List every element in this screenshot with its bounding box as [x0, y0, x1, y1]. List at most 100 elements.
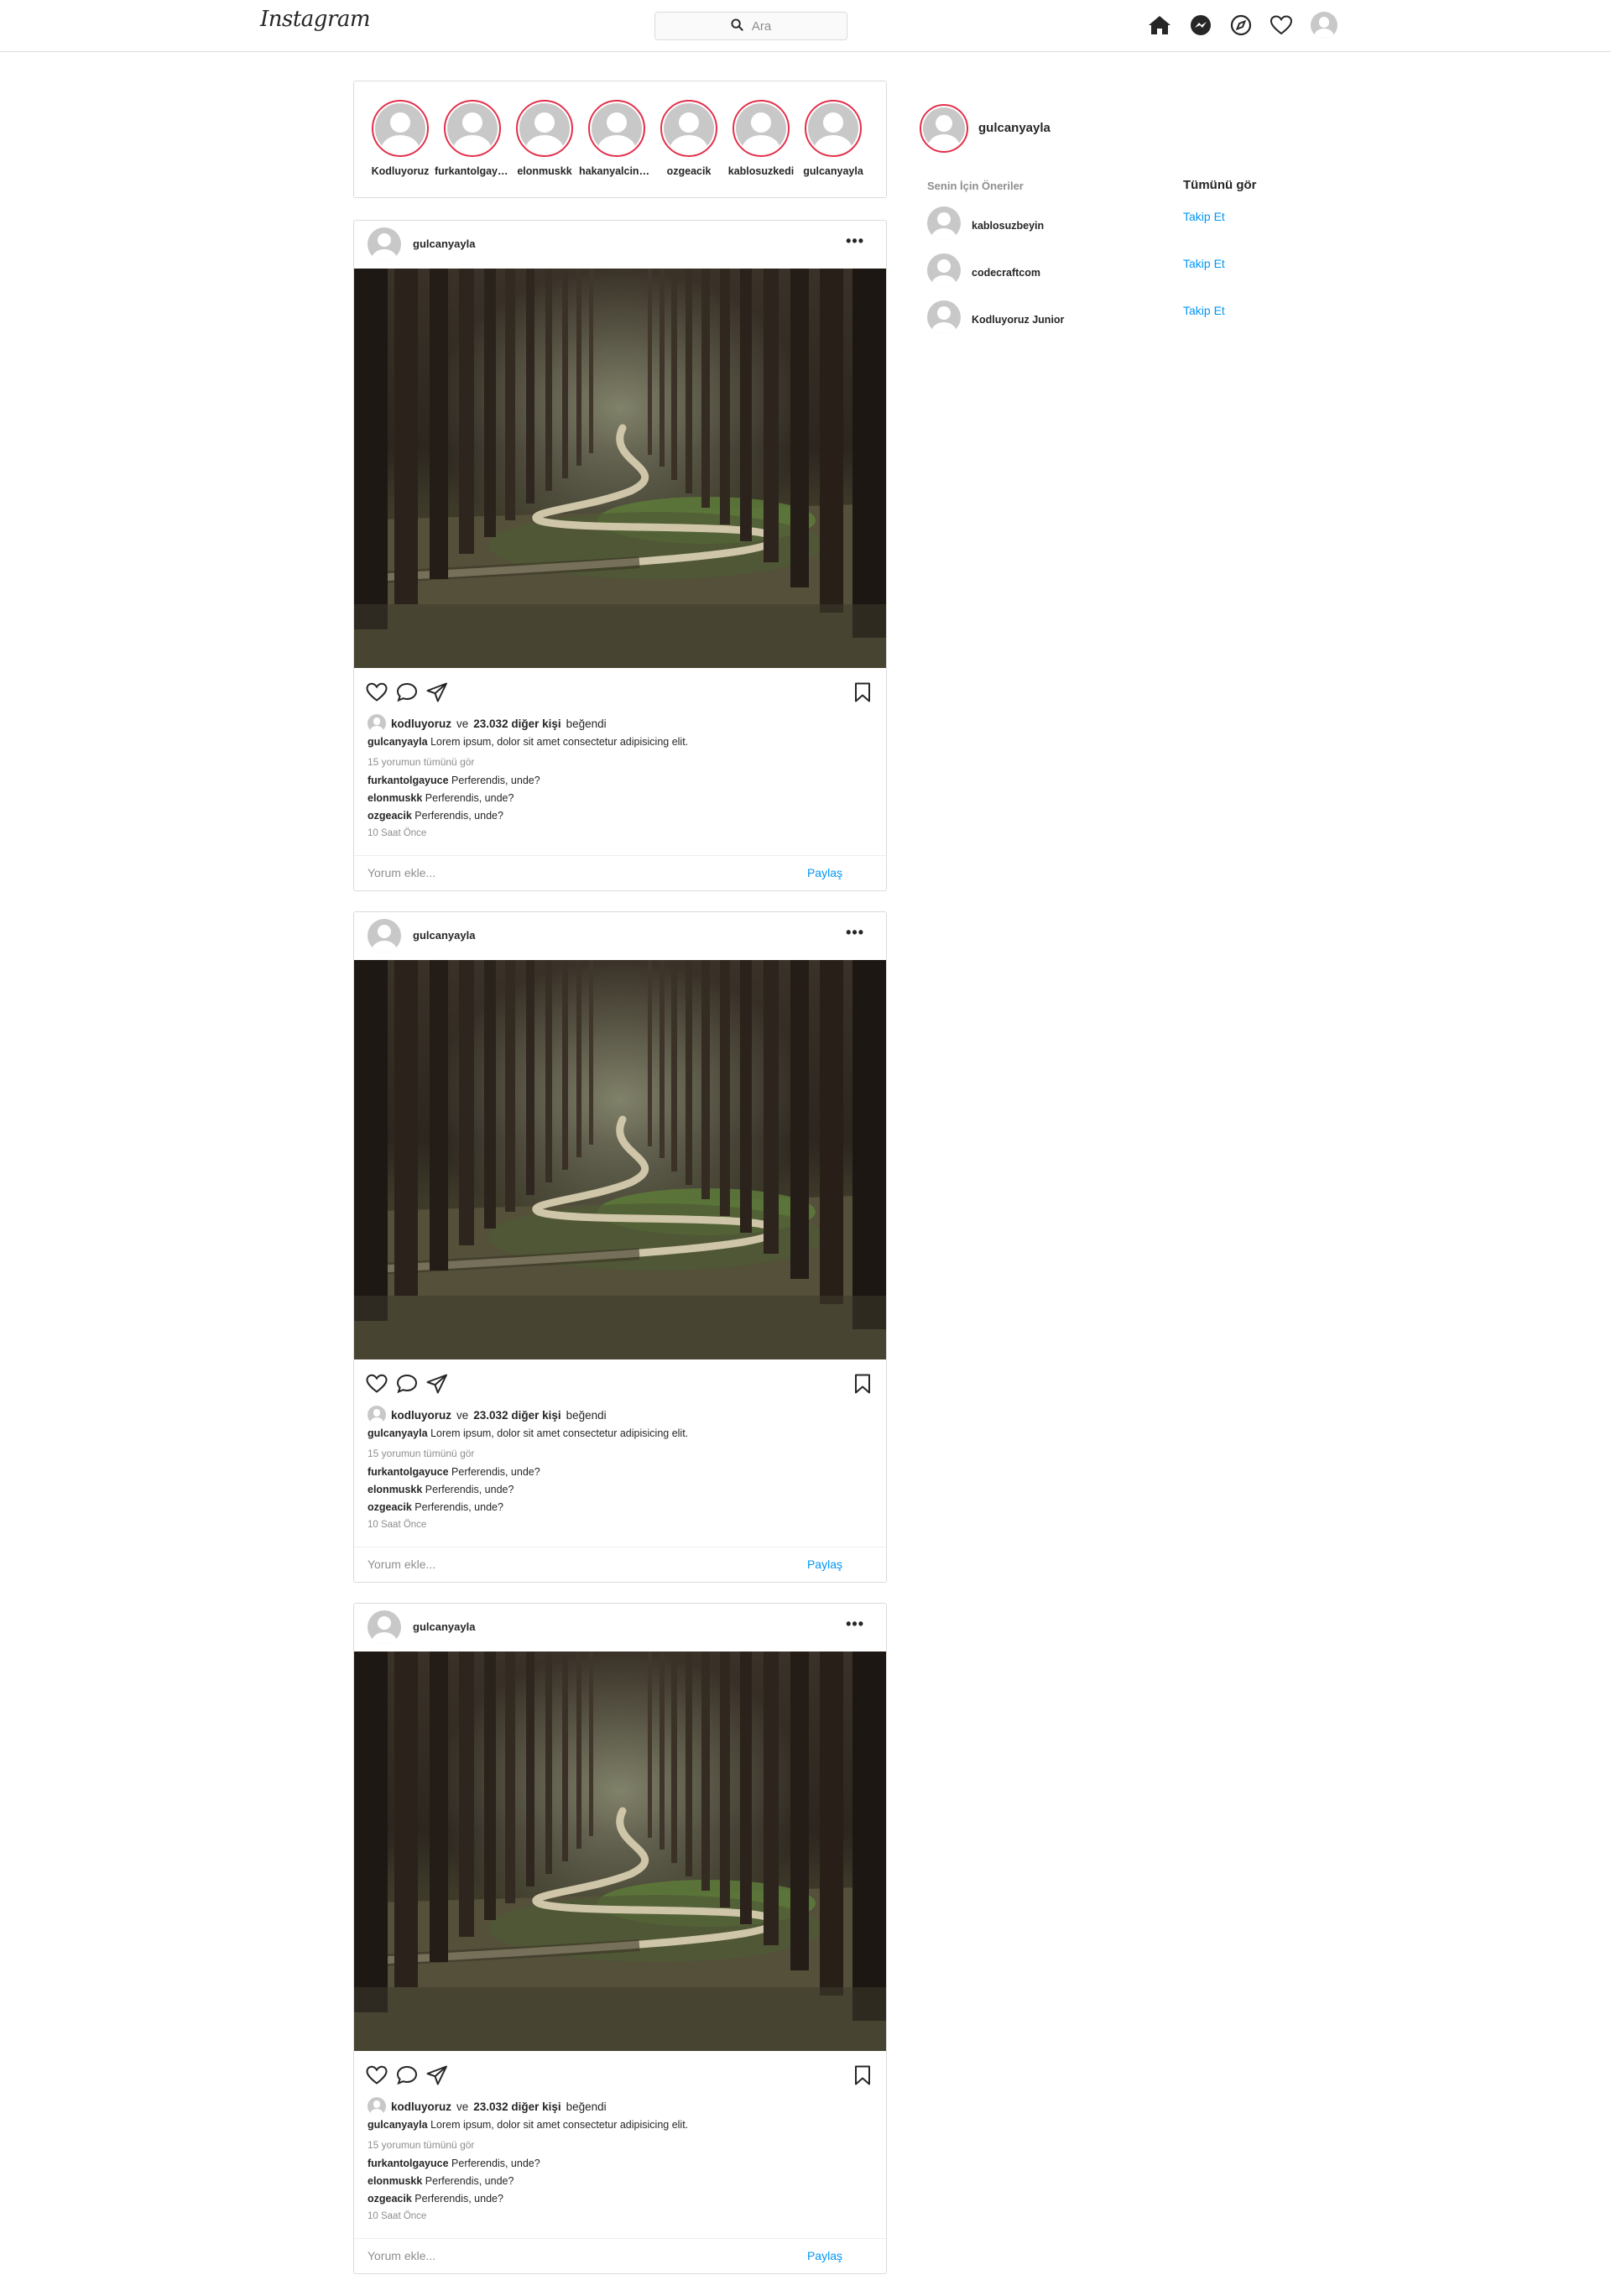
bookmark-icon[interactable]: [854, 682, 871, 707]
story-username: Kodluyoruz: [371, 165, 430, 177]
post-caption: gulcanyayla Lorem ipsum, dolor sit amet …: [368, 2119, 688, 2131]
suggestion-username[interactable]: kablosuzbeyin: [972, 220, 1044, 232]
view-all-comments-link[interactable]: 15 yorumun tümünü gör: [368, 2139, 474, 2151]
post-author[interactable]: gulcanyayla: [413, 929, 475, 942]
story-username: kablosuzkedi: [727, 165, 795, 177]
story-item[interactable]: Kodluyoruz: [362, 100, 438, 177]
comment-icon[interactable]: [396, 1374, 418, 1398]
comment-row: ozgeacik Perferendis, unde?: [368, 810, 503, 822]
more-options-icon[interactable]: •••: [846, 232, 864, 249]
comment-username[interactable]: ozgeacik: [368, 810, 412, 822]
follow-button[interactable]: Takip Et: [1183, 210, 1225, 223]
avatar: [664, 103, 714, 154]
avatar[interactable]: [368, 227, 401, 261]
share-plane-icon[interactable]: [426, 1374, 448, 1398]
profile-avatar[interactable]: [1311, 12, 1337, 39]
story-item[interactable]: gulcanyayla: [795, 100, 871, 177]
story-item[interactable]: ozgeacik: [651, 100, 727, 177]
share-button[interactable]: Paylaş: [807, 1558, 842, 1571]
story-item[interactable]: elonmuskk: [507, 100, 582, 177]
likes-count[interactable]: 23.032 diğer kişi: [473, 2100, 560, 2113]
more-options-icon[interactable]: •••: [846, 1615, 864, 1632]
explore-icon[interactable]: [1230, 14, 1252, 36]
liker-username[interactable]: kodluyoruz: [391, 2100, 451, 2113]
avatar[interactable]: [368, 919, 401, 952]
view-all-comments-link[interactable]: 15 yorumun tümünü gör: [368, 1448, 474, 1459]
comment-input[interactable]: [368, 1558, 762, 1571]
search-box[interactable]: Ara: [654, 12, 847, 40]
avatar[interactable]: [927, 253, 961, 287]
current-username[interactable]: gulcanyayla: [978, 121, 1051, 135]
comment-text: Perferendis, unde?: [414, 2193, 503, 2205]
post-author[interactable]: gulcanyayla: [413, 1620, 475, 1633]
comment-username[interactable]: furkantolgayuce: [368, 775, 449, 786]
bookmark-icon[interactable]: [854, 1374, 871, 1398]
avatar: [923, 107, 965, 149]
instagram-logo[interactable]: Instagram: [260, 7, 371, 32]
likes-count[interactable]: 23.032 diğer kişi: [473, 1409, 560, 1422]
comment-input[interactable]: [368, 866, 762, 879]
comment-username[interactable]: furkantolgayuce: [368, 2158, 449, 2169]
home-icon[interactable]: [1148, 14, 1171, 36]
follow-button[interactable]: Takip Et: [1183, 257, 1225, 270]
comment-text: Perferendis, unde?: [425, 2175, 514, 2187]
suggestion-item: Kodluyoruz Junior Takip Et: [927, 300, 1246, 336]
comment-username[interactable]: elonmuskk: [368, 2175, 422, 2187]
comment-username[interactable]: furkantolgayuce: [368, 1466, 449, 1478]
post-header: gulcanyayla •••: [354, 221, 886, 269]
story-item[interactable]: kablosuzkedi: [723, 100, 799, 177]
like-heart-icon[interactable]: [366, 2065, 388, 2090]
current-user[interactable]: gulcanyayla: [920, 104, 1051, 153]
share-plane-icon[interactable]: [426, 2065, 448, 2090]
likes-suffix: beğendi: [566, 2100, 607, 2113]
comment-input[interactable]: [368, 2249, 762, 2262]
comment-username[interactable]: ozgeacik: [368, 1501, 412, 1513]
more-options-icon[interactable]: •••: [846, 924, 864, 941]
comment-username[interactable]: elonmuskk: [368, 1484, 422, 1495]
story-item[interactable]: hakanyalcinkaya: [579, 100, 654, 177]
share-plane-icon[interactable]: [426, 682, 448, 707]
suggestion-username[interactable]: Kodluyoruz Junior: [972, 314, 1064, 326]
caption-username[interactable]: gulcanyayla: [368, 736, 428, 748]
comment-username[interactable]: elonmuskk: [368, 792, 422, 804]
heart-icon[interactable]: [1270, 15, 1292, 35]
view-all-comments-link[interactable]: 15 yorumun tümünü gör: [368, 756, 474, 768]
comment-row: elonmuskk Perferendis, unde?: [368, 792, 514, 804]
suggestion-username[interactable]: codecraftcom: [972, 267, 1040, 279]
avatar[interactable]: [927, 300, 961, 334]
likes-count[interactable]: 23.032 diğer kişi: [473, 718, 560, 730]
search-placeholder: Ara: [751, 18, 772, 34]
like-heart-icon[interactable]: [366, 682, 388, 707]
post-author[interactable]: gulcanyayla: [413, 237, 475, 250]
messenger-icon[interactable]: [1190, 14, 1212, 36]
story-item[interactable]: furkantolgayuce: [435, 100, 510, 177]
comment-username[interactable]: ozgeacik: [368, 2193, 412, 2205]
comment-icon[interactable]: [396, 682, 418, 707]
comment-row: elonmuskk Perferendis, unde?: [368, 1484, 514, 1495]
comment-icon[interactable]: [396, 2065, 418, 2090]
share-button[interactable]: Paylaş: [807, 866, 842, 879]
post-actions: [366, 682, 448, 707]
caption-username[interactable]: gulcanyayla: [368, 2119, 428, 2131]
post-image[interactable]: [354, 1652, 886, 2051]
likes-line: kodluyoruz ve 23.032 diğer kişi beğendi: [368, 1406, 607, 1424]
post-image[interactable]: [354, 269, 886, 668]
post-card: gulcanyayla ••• kodluyoruz ve 23.032 diğ…: [353, 220, 887, 891]
caption-username[interactable]: gulcanyayla: [368, 1427, 428, 1439]
avatar[interactable]: [368, 1610, 401, 1644]
post-image[interactable]: [354, 960, 886, 1359]
bookmark-icon[interactable]: [854, 2065, 871, 2090]
comment-row: furkantolgayuce Perferendis, unde?: [368, 1466, 540, 1478]
story-username: elonmuskk: [517, 165, 572, 177]
like-heart-icon[interactable]: [366, 1374, 388, 1398]
liker-username[interactable]: kodluyoruz: [391, 718, 451, 730]
liker-username[interactable]: kodluyoruz: [391, 1409, 451, 1422]
post-actions: [366, 2065, 448, 2090]
avatar[interactable]: [927, 206, 961, 240]
see-all-link[interactable]: Tümünü gör: [1183, 178, 1256, 192]
follow-button[interactable]: Takip Et: [1183, 304, 1225, 317]
comment-text: Perferendis, unde?: [425, 1484, 514, 1495]
avatar: [368, 1406, 386, 1424]
share-button[interactable]: Paylaş: [807, 2249, 842, 2262]
comment-row: furkantolgayuce Perferendis, unde?: [368, 775, 540, 786]
